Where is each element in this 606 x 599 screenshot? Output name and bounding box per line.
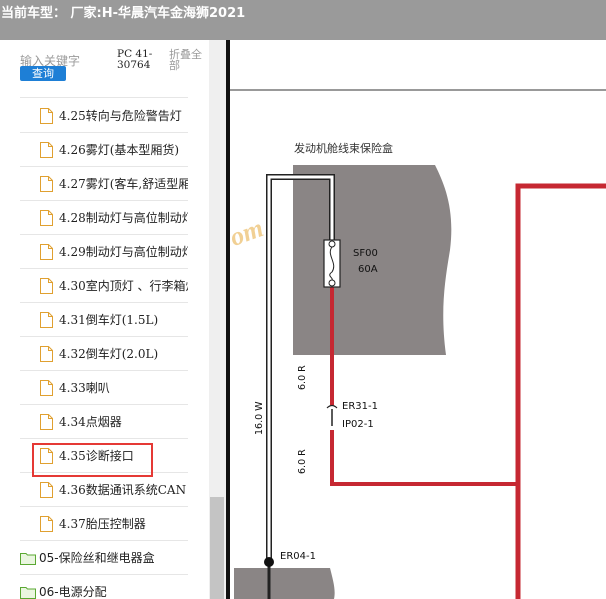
wire-label-lower: 6.0 R [297, 449, 308, 474]
tree-item-4-28[interactable]: 4.28制动灯与高位制动灯(1 [20, 201, 188, 235]
fuse-terminal-bottom [328, 279, 336, 287]
tree-item-label: 4.29制动灯与高位制动灯(2 [59, 245, 188, 259]
folder-icon [20, 553, 36, 565]
red-wire-lower [330, 430, 520, 486]
document-code: PC 41-30764 [117, 48, 153, 71]
tree-item-4-32[interactable]: 4.32倒车灯(2.0L) [20, 337, 188, 371]
document-icon [40, 516, 53, 532]
connector-er31-label: ER31-1 [342, 401, 378, 412]
tree-folder-label: 06-电源分配 [39, 585, 107, 599]
document-tree: 4.25转向与危险警告灯 4.26雾灯(基本型厢货) 4.27雾灯(客车,舒适型… [0, 86, 209, 599]
window-title: 当前车型： 厂家:H-华晨汽车金海狮2021 [0, 0, 606, 40]
fuse-name-label: SF00 [353, 248, 378, 259]
tree-item-label: 4.25转向与危险警告灯 [59, 109, 182, 123]
tree-item-label: 4.31倒车灯(1.5L) [59, 313, 159, 327]
document-icon [40, 414, 53, 430]
sidebar: 查询 PC 41-30764 折叠全部 4.25转向与危险警告灯 4.26雾灯(… [0, 40, 226, 599]
tree-item-label: 4.27雾灯(客车,舒适型厢货 [59, 177, 188, 191]
folder-icon [20, 587, 36, 599]
document-icon [40, 278, 53, 294]
connector-ip02-label: IP02-1 [342, 419, 374, 430]
tree-item-label: 4.32倒车灯(2.0L) [59, 347, 159, 361]
tree-item-label: 4.30室内顶灯 、行李箱灯 [59, 279, 188, 293]
document-icon [40, 108, 53, 124]
document-icon [40, 448, 53, 464]
document-icon [40, 482, 53, 498]
tree-item-label: 4.26雾灯(基本型厢货) [59, 143, 180, 157]
tree-item-4-25[interactable]: 4.25转向与危险警告灯 [20, 99, 188, 133]
fuse-box-title: 发动机舱线束保险盒 [294, 142, 393, 155]
search-row: 查询 PC 41-30764 折叠全部 [0, 40, 226, 86]
fuse-terminal-top [328, 240, 336, 248]
tree-item-4-33[interactable]: 4.33喇叭 [20, 371, 188, 405]
tree-folder-label: 05-保险丝和继电器盒 [39, 551, 155, 565]
tree-item-label: 4.34点烟器 [59, 415, 122, 429]
tree-item-4-31[interactable]: 4.31倒车灯(1.5L) [20, 303, 188, 337]
wire-label-upper: 6.0 R [297, 365, 308, 390]
tree-item-4-37[interactable]: 4.37胎压控制器 [20, 507, 188, 541]
tree-folder-05[interactable]: 05-保险丝和继电器盒 [20, 541, 188, 575]
fuse-rating-label: 60A [358, 264, 378, 275]
tree-item-4-30[interactable]: 4.30室内顶灯 、行李箱灯 [20, 269, 188, 303]
document-icon [40, 176, 53, 192]
tree-item-label: 4.37胎压控制器 [59, 517, 146, 531]
document-icon [40, 380, 53, 396]
tree-item-4-26[interactable]: 4.26雾灯(基本型厢货) [20, 133, 188, 167]
ground-block-shape [234, 568, 335, 599]
document-icon [40, 210, 53, 226]
red-wire-right [515, 183, 606, 599]
connector-upper-symbol [326, 404, 338, 409]
document-icon [40, 346, 53, 362]
tree-item-label: 4.35诊断接口 [59, 449, 134, 463]
search-button[interactable]: 查询 [20, 66, 66, 81]
tree-folder-06[interactable]: 06-电源分配 [20, 575, 188, 599]
document-icon [40, 142, 53, 158]
list-item [20, 86, 188, 98]
tree-item-4-36[interactable]: 4.36数据通讯系统CAN [20, 473, 188, 507]
document-icon [40, 312, 53, 328]
tree-item-4-35[interactable]: 4.35诊断接口 [20, 439, 188, 473]
scrollbar-thumb[interactable] [210, 497, 224, 599]
tree-item-label: 4.36数据通讯系统CAN [59, 483, 187, 497]
document-icon [40, 244, 53, 260]
wiring-diagram-canvas [230, 89, 606, 599]
collapse-all-link[interactable]: 折叠全部 [169, 49, 209, 71]
wire-label-white: 16.0 W [254, 401, 265, 435]
wiring-diagram: 发动机舱线束保险盒 SF00 60A ER31-1 IP02-1 6.0 R 6… [230, 40, 606, 599]
tree-item-label: 4.28制动灯与高位制动灯(1 [59, 211, 188, 225]
ground-splice-dot [264, 557, 274, 567]
tree-item-4-27[interactable]: 4.27雾灯(客车,舒适型厢货 [20, 167, 188, 201]
tree-item-4-29[interactable]: 4.29制动灯与高位制动灯(2 [20, 235, 188, 269]
ground-label: ER04-1 [280, 551, 316, 562]
tree-item-label: 4.33喇叭 [59, 381, 110, 395]
fuse-box-shape [293, 165, 452, 355]
sidebar-scrollbar[interactable] [209, 40, 226, 599]
tree-item-4-34[interactable]: 4.34点烟器 [20, 405, 188, 439]
